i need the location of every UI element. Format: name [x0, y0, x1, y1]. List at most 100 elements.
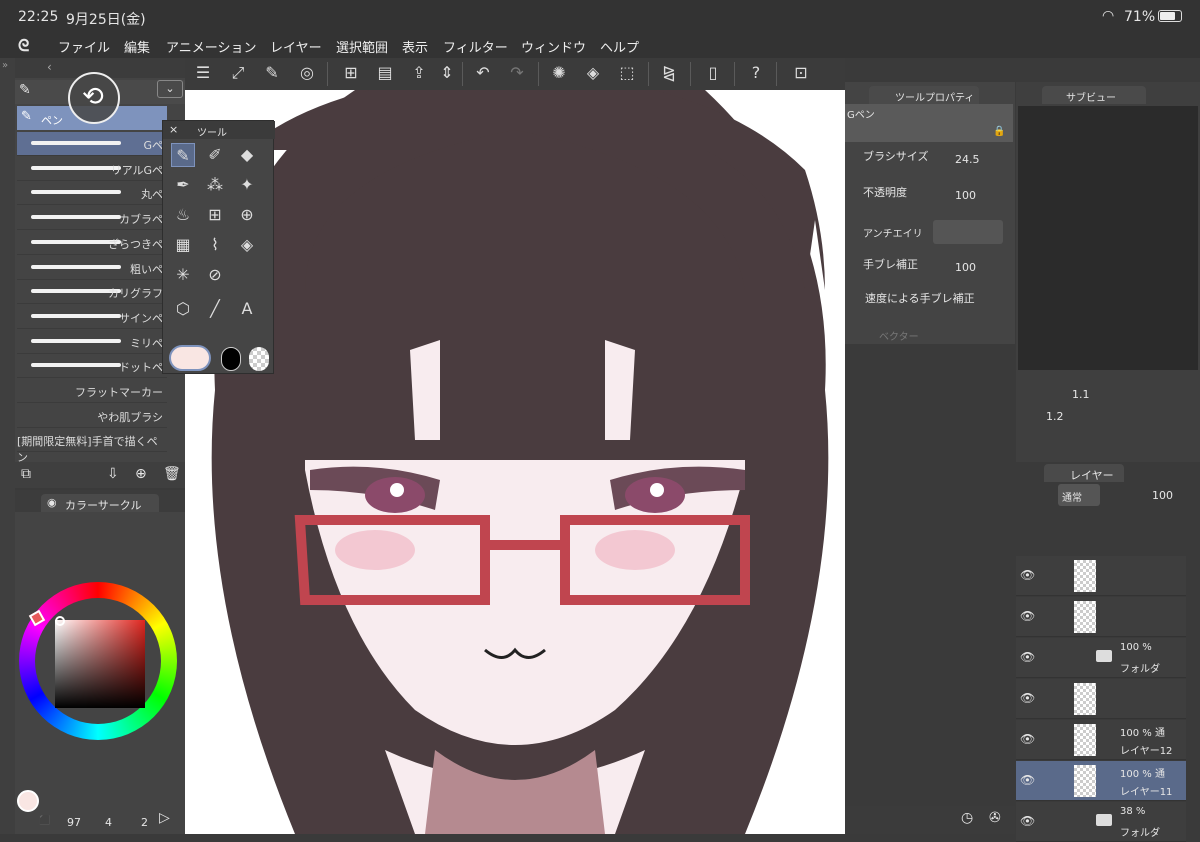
eye-icon[interactable]: 👁: [1020, 691, 1035, 705]
subview-title[interactable]: サブビュー: [1066, 89, 1116, 104]
eye-icon[interactable]: 👁: [1020, 814, 1035, 828]
brush-item[interactable]: [期間限定無料]手首で描くペン: [17, 428, 167, 464]
brush-item[interactable]: フラットマーカー: [17, 379, 167, 403]
3d-tool-icon[interactable]: ⬡: [171, 297, 195, 321]
stabilize-value[interactable]: 100: [955, 261, 976, 274]
line-tool-icon[interactable]: ╱: [203, 297, 227, 321]
grid-tool-icon[interactable]: ⊞: [203, 203, 227, 227]
foreground-color-swatch[interactable]: [17, 790, 39, 812]
stepper-icon[interactable]: ⇕: [436, 62, 458, 84]
menu-layer[interactable]: レイヤー: [270, 37, 322, 56]
app-logo-icon[interactable]: ᘓ: [18, 36, 29, 56]
pencil-tool-icon[interactable]: ✐: [203, 143, 227, 167]
main-color-chip[interactable]: [169, 345, 211, 371]
chevron-left-icon[interactable]: ‹: [47, 60, 52, 74]
play-icon[interactable]: ▷: [159, 810, 170, 826]
new-file-icon[interactable]: ⊞: [340, 62, 362, 84]
help-icon[interactable]: ?: [745, 62, 767, 84]
eraser-tool-icon[interactable]: ◆: [235, 143, 259, 167]
close-icon[interactable]: ×: [169, 123, 178, 136]
pen-tab-icon[interactable]: ✎: [19, 82, 31, 98]
saturation-value-square[interactable]: [55, 620, 145, 708]
menu-help[interactable]: ヘルプ: [600, 37, 639, 56]
pen-tool-icon[interactable]: ✎: [171, 143, 195, 167]
layer-row[interactable]: 👁 100 % 通レイヤー11: [1016, 761, 1186, 801]
decoration-tool-icon[interactable]: ✦: [235, 173, 259, 197]
menu-edit[interactable]: 編集: [124, 37, 150, 56]
eye-icon[interactable]: 👁: [1020, 609, 1035, 623]
gradient-tool-icon[interactable]: ▦: [171, 233, 195, 257]
lock-icon[interactable]: 🔒: [993, 126, 1005, 137]
transparent-color-chip[interactable]: [249, 347, 269, 371]
brush-item[interactable]: ざらつきペ: [17, 231, 167, 255]
eye-icon[interactable]: 👁: [1020, 773, 1035, 787]
download-icon[interactable]: ⇩: [107, 466, 119, 482]
flip-icon[interactable]: ⧎: [658, 62, 680, 84]
layer-row[interactable]: 👁 38 % フォルダ: [1016, 802, 1186, 842]
airbrush-tool-icon[interactable]: ⁂: [203, 173, 227, 197]
layer-row[interactable]: 👁 100 % フォルダ: [1016, 638, 1186, 678]
layer-row[interactable]: 👁: [1016, 556, 1186, 596]
menu-icon[interactable]: ☰: [192, 62, 214, 84]
clock-icon[interactable]: ◷: [961, 810, 973, 826]
color-picker-handle[interactable]: [55, 616, 65, 626]
canvas[interactable]: [185, 70, 845, 834]
layer-row[interactable]: 👁: [1016, 679, 1186, 719]
menu-file[interactable]: ファイル: [58, 37, 110, 56]
expand-icon[interactable]: ⤢: [227, 62, 249, 84]
blend-mode-select[interactable]: 通常: [1058, 484, 1100, 506]
fill-tool-icon[interactable]: ◈: [235, 233, 259, 257]
edit-icon[interactable]: ✎: [261, 62, 283, 84]
subview-canvas[interactable]: [1018, 106, 1198, 370]
opacity-value[interactable]: 100: [955, 189, 976, 202]
eye-icon[interactable]: 👁: [1020, 568, 1035, 582]
device-icon[interactable]: ▯: [702, 62, 724, 84]
brush-item[interactable]: ドットペ: [17, 354, 167, 379]
brush-size-value[interactable]: 24.5: [955, 153, 980, 166]
eye-icon[interactable]: 👁: [1020, 732, 1035, 746]
menu-filter[interactable]: フィルター: [443, 37, 508, 56]
antialias-selector[interactable]: [933, 220, 1003, 244]
wrench-icon[interactable]: ✇: [989, 810, 1001, 826]
fill-icon[interactable]: ◈: [582, 62, 604, 84]
brush-item[interactable]: 丸ペ: [17, 181, 167, 206]
transform-icon[interactable]: ⬚: [616, 62, 638, 84]
eyedropper-tool-icon[interactable]: ⌇: [203, 233, 227, 257]
chevron-down-icon[interactable]: ⌄: [157, 80, 183, 98]
speed-stabilize-label[interactable]: 速度による手ブレ補正: [865, 290, 975, 306]
text-tool-icon[interactable]: A: [235, 297, 259, 321]
brush-item[interactable]: リアルGペ: [17, 157, 167, 181]
brush-item[interactable]: Gペ: [17, 132, 167, 156]
color-panel-title[interactable]: カラーサークル: [65, 497, 141, 513]
settings-icon[interactable]: ⧉: [21, 466, 31, 482]
brush-tool-icon[interactable]: ✒: [171, 173, 195, 197]
sub-color-chip[interactable]: [221, 347, 241, 371]
preview-icon[interactable]: ⊡: [790, 62, 812, 84]
trash-icon[interactable]: 🗑: [163, 466, 181, 482]
brush-item[interactable]: ミリペ: [17, 330, 167, 354]
brush-item[interactable]: 粗いペ: [17, 256, 167, 280]
eye-icon[interactable]: 👁: [1020, 650, 1035, 664]
auto-select-tool-icon[interactable]: ✳: [171, 263, 195, 287]
blend-tool-icon[interactable]: ♨: [171, 203, 195, 227]
lasso-tool-icon[interactable]: ⊘: [203, 263, 227, 287]
rotate-canvas-icon[interactable]: ⟲: [68, 72, 120, 124]
menu-animation[interactable]: アニメーション: [166, 37, 256, 56]
brush-item[interactable]: やわ肌ブラシ: [17, 404, 167, 428]
menu-selection[interactable]: 選択範囲: [336, 37, 388, 56]
cloud-icon[interactable]: ◎: [296, 62, 318, 84]
layer-row[interactable]: 👁: [1016, 597, 1186, 637]
redo-icon[interactable]: ↷: [506, 62, 528, 84]
menu-view[interactable]: 表示: [402, 37, 428, 56]
save-icon[interactable]: ⇪: [408, 62, 430, 84]
layer-row[interactable]: 👁 100 % 通レイヤー12: [1016, 720, 1186, 760]
brush-item[interactable]: カリグラフ: [17, 280, 167, 305]
duplicate-icon[interactable]: ⊕: [135, 466, 147, 482]
loading-icon[interactable]: ✺: [548, 62, 570, 84]
brush-item[interactable]: サインペ: [17, 305, 167, 329]
move-tool-icon[interactable]: ⊕: [235, 203, 259, 227]
tool-property-title[interactable]: ツールプロパティ: [895, 89, 974, 104]
layer-panel-title[interactable]: レイヤー: [1070, 467, 1114, 483]
brush-item[interactable]: カブラペ: [17, 206, 167, 231]
undo-icon[interactable]: ↶: [472, 62, 494, 84]
